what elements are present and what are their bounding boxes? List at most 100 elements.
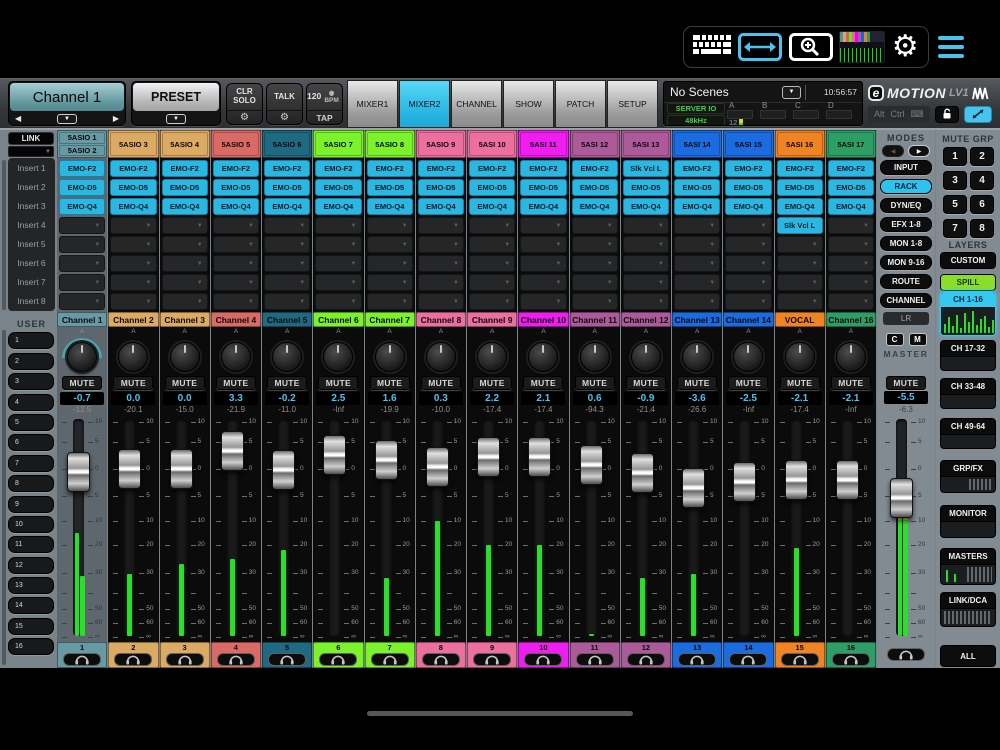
insert-slot-plugin[interactable]: EMO-D5 bbox=[622, 179, 669, 196]
insert-slot-empty[interactable]: ▼ bbox=[827, 274, 874, 291]
insert-slot-empty[interactable]: ▼ bbox=[264, 217, 311, 234]
fader-area[interactable]: 10 5 0 5 10 20 30 50 60 ∞ bbox=[775, 416, 825, 640]
insert-slot-empty[interactable]: ▼ bbox=[776, 236, 823, 253]
layer-button-ch-17-32[interactable]: CH 17-32 bbox=[940, 340, 996, 371]
insert-slot-empty[interactable]: ▼ bbox=[417, 274, 464, 291]
insert-slot-empty[interactable]: ▼ bbox=[315, 236, 362, 253]
modes-prev-icon[interactable]: ◀ bbox=[882, 145, 904, 157]
pan-knob[interactable] bbox=[118, 342, 149, 372]
insert-slot-empty[interactable]: ▼ bbox=[161, 293, 208, 310]
insert-slot-plugin[interactable]: EMO-Q4 bbox=[315, 198, 362, 215]
mode-button-rack[interactable]: RACK bbox=[880, 179, 932, 194]
insert-scrollbar[interactable] bbox=[2, 160, 6, 310]
headphone-cue-button[interactable] bbox=[473, 653, 512, 666]
insert-slot-empty[interactable]: ▼ bbox=[110, 293, 157, 310]
fader-cap[interactable] bbox=[630, 453, 654, 494]
insert-slot-empty[interactable]: ▼ bbox=[417, 236, 464, 253]
insert-slot-plugin[interactable]: EMO-F2 bbox=[776, 160, 823, 177]
mute-button[interactable]: MUTE bbox=[164, 376, 205, 390]
channel-strip[interactable]: 5ASI 10 EMO-F2 EMO-D5 EMO-Q4 ▼ ▼ ▼ ▼ ▼ Channel 9A… bbox=[467, 130, 518, 670]
channel-name[interactable]: Channel 11 bbox=[569, 312, 620, 327]
insert-slot-plugin[interactable]: Slk Vcl L bbox=[622, 160, 669, 177]
insert-slot-empty[interactable]: ▼ bbox=[417, 217, 464, 234]
channel-name[interactable]: Channel 2 bbox=[108, 312, 159, 327]
headphone-cue-button[interactable] bbox=[729, 653, 768, 666]
mute-button[interactable]: MUTE bbox=[625, 376, 666, 390]
channel-strip[interactable]: 5ASIO 6 EMO-F2 EMO-D5 EMO-Q4 ▼ ▼ ▼ ▼ ▼ Channel 5A… bbox=[262, 130, 313, 670]
fader-cap[interactable] bbox=[733, 462, 757, 503]
insert-slot-plugin[interactable]: EMO-D5 bbox=[725, 179, 772, 196]
pan-knob[interactable] bbox=[272, 342, 303, 372]
insert-slot-plugin[interactable]: EMO-D5 bbox=[366, 179, 413, 196]
fader-area[interactable]: 10 5 0 5 10 20 30 50 60 ∞ bbox=[313, 416, 363, 640]
insert-slot-plugin[interactable]: EMO-F2 bbox=[212, 160, 259, 177]
scene-dropdown-icon[interactable]: ▼ bbox=[782, 85, 801, 99]
fader-track[interactable] bbox=[841, 419, 853, 636]
scene-slot-c[interactable]: C bbox=[793, 101, 826, 125]
insert-slot-empty[interactable]: ▼ bbox=[622, 236, 669, 253]
fader-area[interactable]: 10 5 0 5 10 20 30 50 60 ∞ bbox=[365, 416, 415, 640]
mute-button[interactable]: MUTE bbox=[215, 376, 256, 390]
mute-button[interactable]: MUTE bbox=[420, 376, 461, 390]
mute-group-button-6[interactable]: 6 bbox=[970, 195, 994, 214]
insert-slot-plugin[interactable]: EMO-F2 bbox=[469, 160, 516, 177]
layer-button-custom[interactable]: CUSTOM bbox=[940, 252, 996, 269]
insert-slot-plugin[interactable]: EMO-F2 bbox=[571, 160, 618, 177]
insert-slot-empty[interactable]: ▼ bbox=[366, 217, 413, 234]
mode-button-mon-9-16[interactable]: MON 9-16 bbox=[880, 255, 932, 270]
insert-slot-plugin[interactable]: EMO-Q4 bbox=[469, 198, 516, 215]
channel-source-header[interactable]: 5ASI 16 bbox=[774, 130, 825, 158]
talk-gear-icon[interactable]: ⚙ bbox=[267, 110, 302, 124]
channel-name[interactable]: Channel 10 bbox=[518, 312, 569, 327]
screen-width-icon[interactable] bbox=[737, 33, 782, 61]
insert-slot-empty[interactable]: ▼ bbox=[571, 236, 618, 253]
channel-dropdown-icon[interactable]: ▼ bbox=[57, 113, 77, 124]
insert-slot-empty[interactable]: ▼ bbox=[827, 255, 874, 272]
mode-button-dyn-eq[interactable]: DYN/EQ bbox=[880, 198, 932, 213]
insert-slot-plugin[interactable]: EMO-Q4 bbox=[622, 198, 669, 215]
fader-cap[interactable] bbox=[835, 459, 859, 500]
master-fader-area[interactable]: 10 5 0 5 10 20 30 50 60 ∞ bbox=[880, 416, 932, 640]
channel-strip[interactable]: 5ASIO 5 EMO-F2 EMO-D5 EMO-Q4 ▼ ▼ ▼ ▼ ▼ Channel 4A… bbox=[210, 130, 261, 670]
scene-slot-b[interactable]: B bbox=[760, 101, 793, 125]
channel-source-header[interactable]: 5ASIO 1 5ASIO 2 bbox=[57, 130, 108, 158]
layer-button-grp-fx[interactable]: GRP/FX bbox=[940, 460, 996, 493]
insert-slot-empty[interactable]: ▼ bbox=[110, 236, 157, 253]
insert-slot-empty[interactable]: ▼ bbox=[776, 255, 823, 272]
channel-prev-icon[interactable]: ◀ bbox=[15, 114, 21, 123]
insert-slot-empty[interactable]: ▼ bbox=[110, 274, 157, 291]
user-scrollbar[interactable] bbox=[2, 330, 6, 665]
channel-name[interactable]: Channel 5 bbox=[262, 312, 313, 327]
insert-slot-plugin[interactable]: Slk Vcl L bbox=[776, 217, 823, 234]
user-button-1[interactable]: 1 bbox=[8, 332, 54, 350]
layer-button-spill[interactable]: SPILL bbox=[940, 274, 996, 291]
tab-patch[interactable]: PATCH bbox=[555, 80, 606, 128]
master-mute-button[interactable]: MUTE bbox=[886, 376, 926, 390]
insert-slot-empty[interactable]: ▼ bbox=[110, 255, 157, 272]
headphone-cue-button[interactable] bbox=[319, 653, 358, 666]
gain-value[interactable]: -2.5 bbox=[726, 391, 771, 405]
gain-value[interactable]: 3.3 bbox=[213, 391, 258, 405]
mute-group-button-8[interactable]: 8 bbox=[970, 219, 994, 238]
insert-slot-empty[interactable]: ▼ bbox=[417, 293, 464, 310]
mute-button[interactable]: MUTE bbox=[728, 376, 769, 390]
insert-slot-empty[interactable]: ▼ bbox=[827, 217, 874, 234]
user-button-3[interactable]: 3 bbox=[8, 373, 54, 391]
pan-knob[interactable] bbox=[630, 342, 661, 372]
channel-footer[interactable]: 9 bbox=[467, 642, 518, 668]
channel-footer[interactable]: 5 bbox=[262, 642, 313, 668]
insert-slot-empty[interactable]: ▼ bbox=[571, 293, 618, 310]
fader-cap[interactable] bbox=[528, 437, 552, 478]
insert-slot-plugin[interactable]: EMO-Q4 bbox=[264, 198, 311, 215]
master-headphone-button[interactable] bbox=[887, 648, 925, 661]
insert-slot-plugin[interactable]: EMO-F2 bbox=[264, 160, 311, 177]
meter-scope-button[interactable] bbox=[963, 105, 992, 123]
menu-icon[interactable] bbox=[938, 36, 964, 58]
channel-strip[interactable]: 5ASIO 1 5ASIO 2 EMO-F2 EMO-D5 EMO-Q4 ▼ ▼ ▼ ▼ ▼ Cha… bbox=[57, 130, 108, 670]
insert-slot-plugin[interactable]: EMO-F2 bbox=[827, 160, 874, 177]
insert-slot-plugin[interactable]: EMO-D5 bbox=[469, 179, 516, 196]
fader-area[interactable]: 10 5 0 5 10 20 30 50 60 ∞ bbox=[826, 416, 876, 640]
insert-slot-plugin[interactable]: EMO-F2 bbox=[315, 160, 362, 177]
insert-slot-empty[interactable]: ▼ bbox=[725, 236, 772, 253]
insert-slot-plugin[interactable]: EMO-F2 bbox=[674, 160, 721, 177]
